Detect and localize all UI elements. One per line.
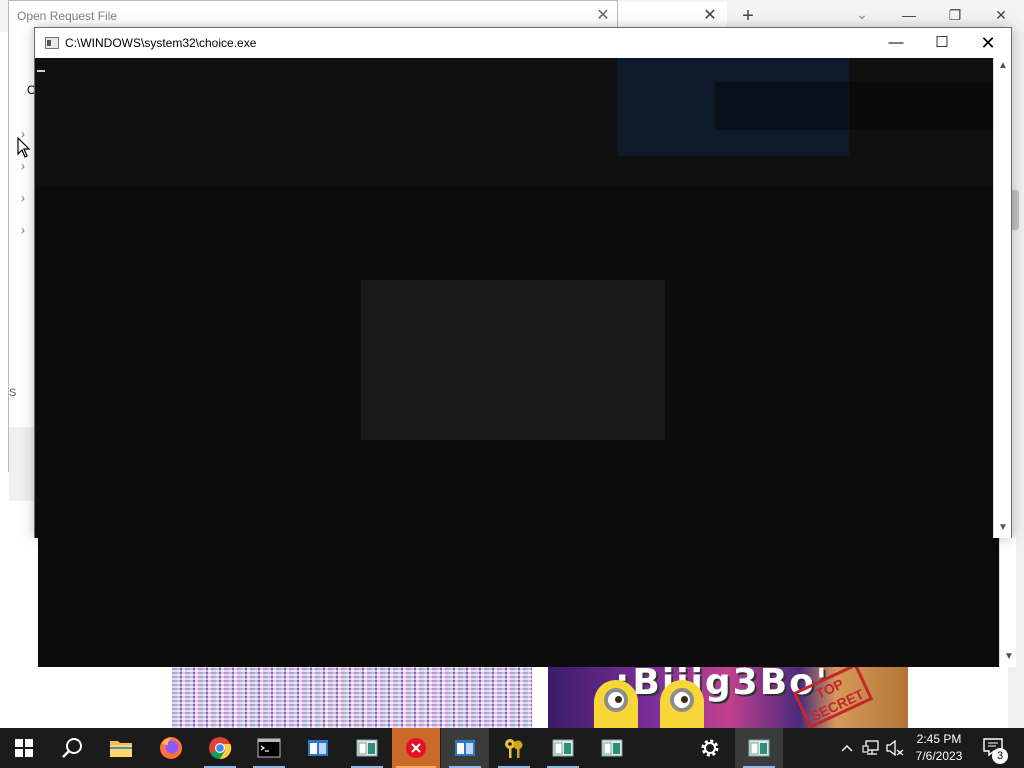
console-behind-scrollbar[interactable]: ▼: [999, 537, 1016, 667]
keys-app-button[interactable]: [490, 728, 538, 768]
browser-restore-button[interactable]: ❐: [932, 2, 978, 28]
firefox-button[interactable]: [147, 728, 195, 768]
scroll-down-arrow-icon[interactable]: ▼: [1000, 649, 1018, 665]
chrome-button[interactable]: [196, 728, 244, 768]
folder-icon: [110, 741, 132, 757]
text-cursor: [37, 70, 45, 72]
notification-count-badge: 3: [992, 748, 1008, 764]
app-window-icon: [748, 739, 770, 757]
app-window-icon: [552, 739, 574, 757]
new-tab-button[interactable]: +: [736, 4, 760, 28]
dialog-close-button[interactable]: ✕: [593, 6, 613, 26]
app-window-button-6[interactable]: [735, 728, 783, 768]
volume-tray-button[interactable]: [884, 728, 906, 768]
clock-date: 7/6/2023: [915, 749, 963, 763]
red-x-icon: [406, 738, 426, 758]
windows-logo-icon: [15, 739, 33, 757]
error-app-button[interactable]: [392, 728, 440, 768]
console-minimize-button[interactable]: —: [873, 28, 919, 58]
browser-minimize-button[interactable]: —: [886, 2, 932, 28]
app-window-button-2[interactable]: [343, 728, 391, 768]
dialog-title: Open Request File: [17, 9, 118, 23]
taskbar-clock[interactable]: 2:45 PM 7/6/2023: [906, 731, 972, 765]
console-titlebar[interactable]: C:\WINDOWS\system32\choice.exe — ☐ ✕: [35, 28, 1011, 58]
console-app-icon[interactable]: [45, 37, 59, 49]
tab-list-chevron-icon[interactable]: ⌄: [852, 4, 872, 24]
app-window-button-3[interactable]: [441, 728, 489, 768]
choice-console-window: C:\WINDOWS\system32\choice.exe — ☐ ✕ ▲ ▼: [34, 27, 1012, 538]
mouse-pointer-icon: [17, 137, 31, 158]
file-explorer-button[interactable]: [97, 728, 145, 768]
dialog-footer-label: S: [9, 387, 17, 399]
minion-figure: [594, 680, 638, 728]
start-button[interactable]: [0, 728, 48, 768]
scroll-down-arrow-icon[interactable]: ▼: [994, 520, 1012, 536]
chevron-up-icon: [841, 745, 853, 752]
minion-figure: [660, 680, 704, 728]
page-image-movie-poster[interactable]: ¡Bijig3Bo' TOP SECRET: [548, 666, 908, 728]
app-window-button-5[interactable]: [588, 728, 636, 768]
keys-icon: [505, 739, 523, 758]
app-window-button-1[interactable]: [294, 728, 342, 768]
page-image-noise[interactable]: [172, 666, 532, 728]
app-window-icon: [455, 740, 475, 756]
settings-button[interactable]: [686, 728, 734, 768]
console-title: C:\WINDOWS\system32\choice.exe: [65, 36, 257, 50]
search-icon: [62, 738, 82, 758]
network-icon: [862, 740, 879, 755]
network-tray-button[interactable]: [860, 728, 882, 768]
clock-time: 2:45 PM: [916, 732, 962, 746]
browser-close-button[interactable]: ✕: [978, 2, 1024, 28]
page-scrollbar-thumb[interactable]: [1011, 190, 1019, 230]
search-button[interactable]: [48, 728, 96, 768]
tree-expand-chevron-icon[interactable]: ›: [21, 191, 33, 205]
chrome-icon: [209, 737, 232, 760]
console-maximize-button[interactable]: ☐: [919, 28, 965, 58]
app-window-icon: [601, 739, 623, 757]
tree-expand-chevron-icon[interactable]: ›: [21, 223, 33, 237]
app-window-icon: [356, 739, 378, 757]
console-output-area[interactable]: [35, 58, 993, 538]
console-scrollbar[interactable]: ▲ ▼: [993, 58, 1011, 538]
show-hidden-icons-button[interactable]: [838, 728, 856, 768]
console-close-button[interactable]: ✕: [965, 28, 1011, 58]
command-prompt-button[interactable]: [245, 728, 293, 768]
scroll-up-arrow-icon[interactable]: ▲: [994, 58, 1012, 74]
app-window-icon: [308, 740, 328, 756]
gear-icon: [701, 739, 719, 757]
console-window-behind: [38, 537, 1016, 667]
terminal-icon: [257, 738, 281, 758]
taskbar: 2:45 PM 7/6/2023: [0, 728, 1024, 768]
firefox-icon: [160, 737, 182, 759]
tree-expand-chevron-icon[interactable]: ›: [21, 159, 33, 173]
app-window-button-4[interactable]: [539, 728, 587, 768]
tab-close-icon[interactable]: ✕: [700, 6, 720, 26]
speaker-muted-icon: [886, 740, 904, 756]
